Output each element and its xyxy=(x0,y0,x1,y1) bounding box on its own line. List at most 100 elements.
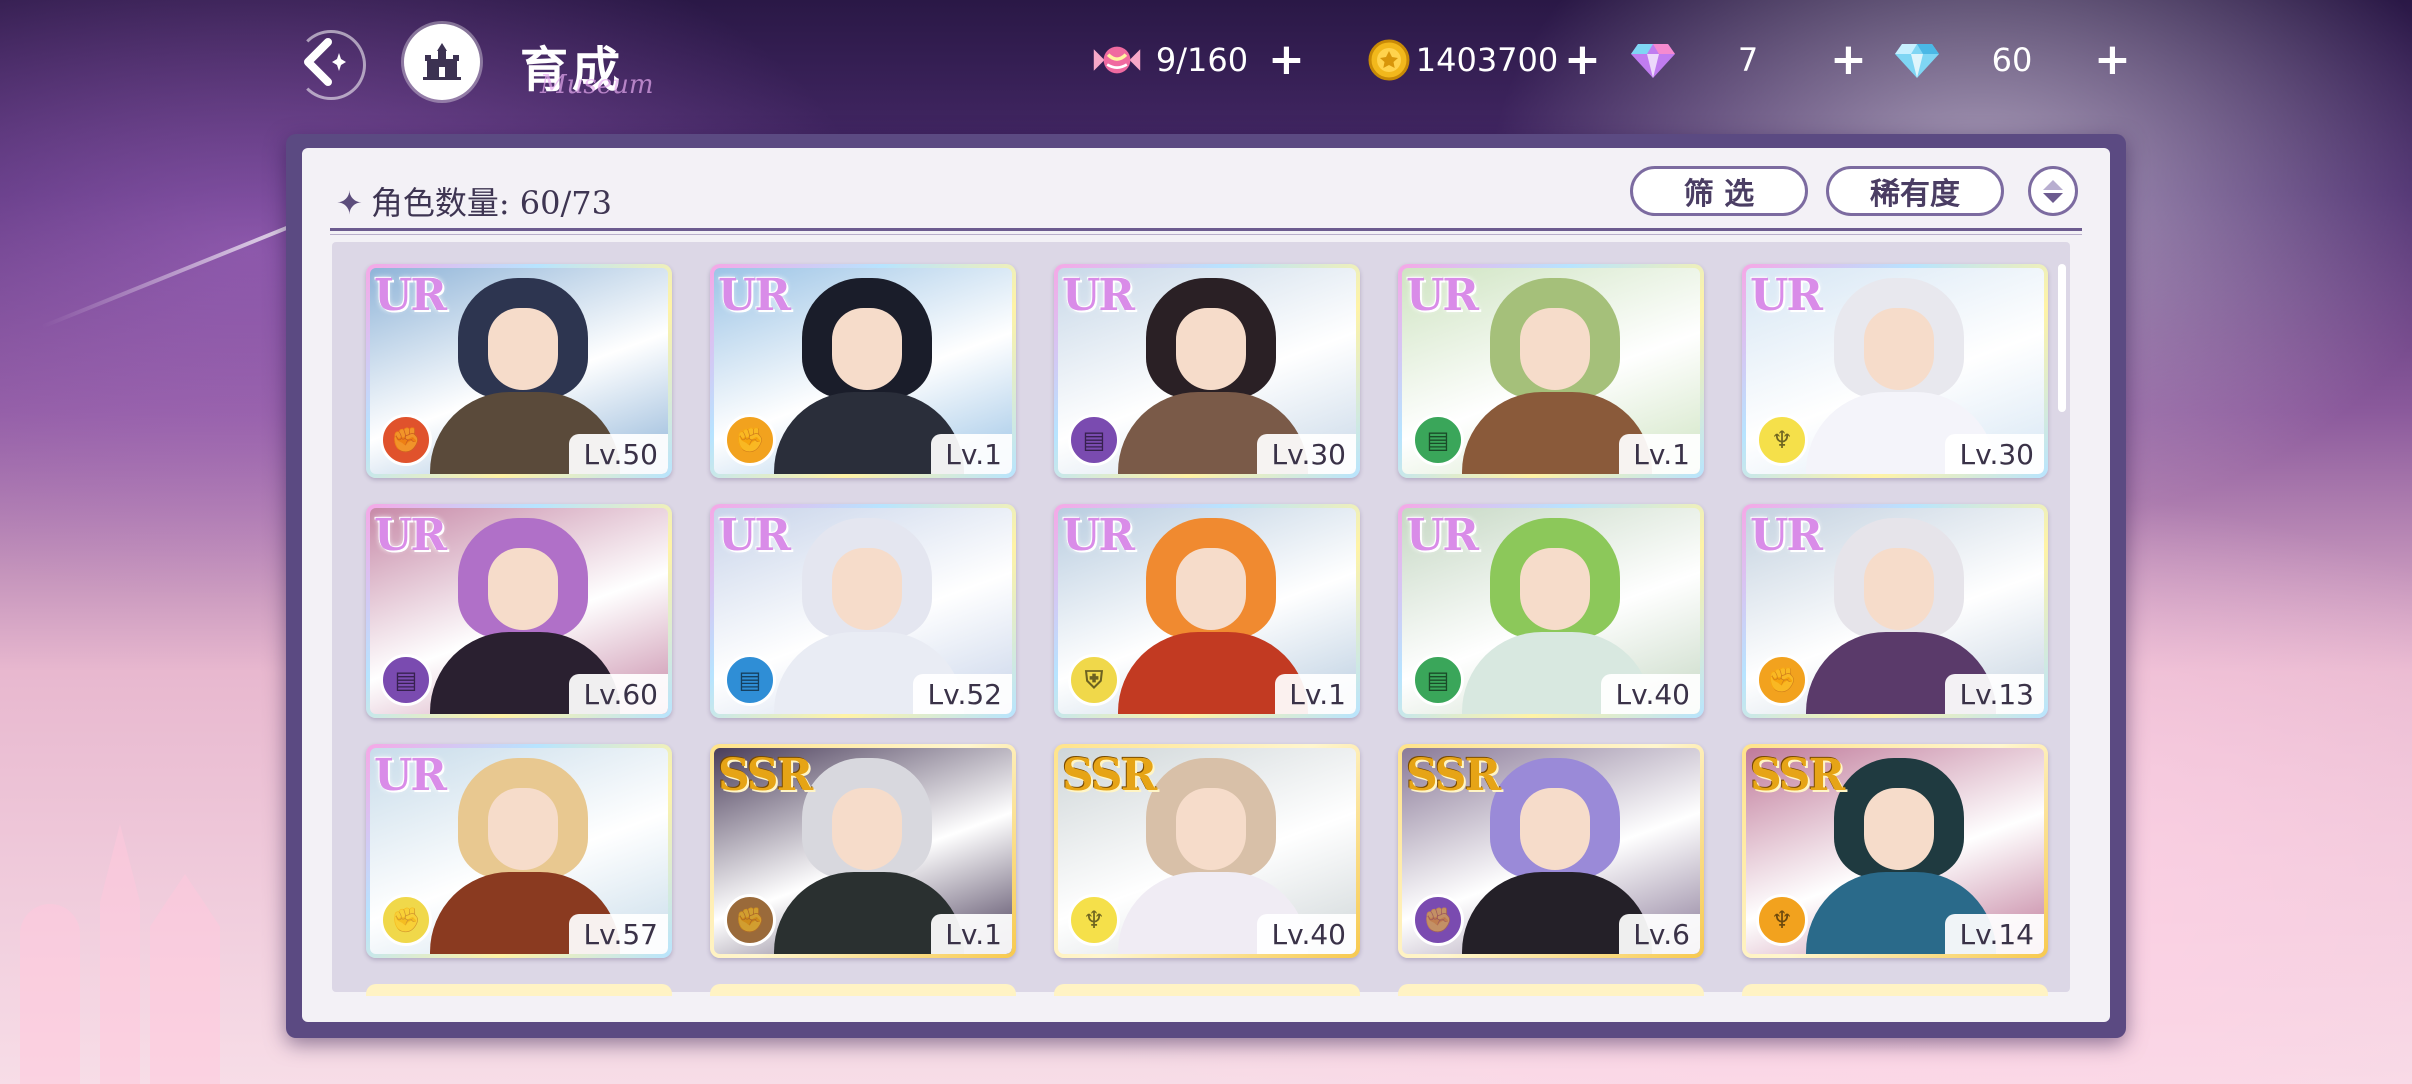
rarity-badge: UR xyxy=(718,270,791,321)
add-rainbow-gem-button[interactable]: + xyxy=(1830,38,1867,82)
character-card[interactable]: UR ⛨ Lv.1 xyxy=(1054,504,1360,718)
character-portrait: SSR ✊ Lv.1 xyxy=(714,748,1012,954)
sparkle-icon: ✦ xyxy=(336,184,363,222)
scrollbar-thumb[interactable] xyxy=(2058,264,2066,412)
rarity-badge: SSR xyxy=(1406,750,1501,801)
home-button[interactable] xyxy=(404,24,480,100)
character-card[interactable]: UR ▤ Lv.30 xyxy=(1054,264,1360,478)
level-label: Lv.1 xyxy=(931,914,1012,954)
character-card[interactable]: UR ♆ Lv.30 xyxy=(1742,264,2048,478)
character-card[interactable]: UR ✊ Lv.50 xyxy=(366,264,672,478)
level-label: Lv.1 xyxy=(931,434,1012,474)
gold-value: 1403700 xyxy=(1415,41,1559,79)
character-portrait: SSR ♆ Lv.14 xyxy=(1746,748,2044,954)
rarity-badge: UR xyxy=(1750,510,1823,561)
sort-down-icon xyxy=(2043,192,2063,203)
candy-value: 9/160 xyxy=(1155,41,1249,79)
book-icon: ▤ xyxy=(1068,414,1120,466)
character-portrait: UR ⛨ Lv.1 xyxy=(1058,508,1356,714)
level-label: Lv.13 xyxy=(1945,674,2044,714)
character-portrait: UR ✊ Lv.50 xyxy=(370,268,668,474)
currency-diamond: 60 + xyxy=(1892,34,2131,86)
castle-silhouette xyxy=(0,764,300,1084)
currency-gold: 1403700 + xyxy=(1364,34,1601,86)
character-portrait: UR ▤ Lv.30 xyxy=(1058,268,1356,474)
character-portrait: UR ♆ Lv.30 xyxy=(1746,268,2044,474)
rarity-badge: UR xyxy=(374,750,447,801)
staff-icon: ♆ xyxy=(1068,894,1120,946)
level-label: Lv.30 xyxy=(1257,434,1356,474)
rarity-sort-button[interactable]: 稀有度 xyxy=(1826,166,2004,216)
shield-icon: ⛨ xyxy=(1068,654,1120,706)
character-portrait: UR ▤ Lv.40 xyxy=(1402,508,1700,714)
rarity-badge: SSR xyxy=(718,750,813,801)
rarity-badge: UR xyxy=(1750,270,1823,321)
rarity-badge: UR xyxy=(1062,270,1135,321)
character-portrait: UR ✊ Lv.13 xyxy=(1746,508,2044,714)
rarity-badge: SSR xyxy=(1750,750,1845,801)
rarity-badge: UR xyxy=(1062,510,1135,561)
next-row-card[interactable] xyxy=(366,984,672,996)
add-gold-button[interactable]: + xyxy=(1564,38,1601,82)
castle-icon xyxy=(423,43,461,80)
diamond-icon xyxy=(1892,35,1942,85)
character-portrait: UR ✊ Lv.1 xyxy=(714,268,1012,474)
character-card[interactable]: UR ▤ Lv.1 xyxy=(1398,264,1704,478)
level-label: Lv.52 xyxy=(913,674,1012,714)
character-card[interactable]: SSR ✊ Lv.1 xyxy=(710,744,1016,958)
book-icon: ▤ xyxy=(1412,414,1464,466)
level-label: Lv.50 xyxy=(569,434,668,474)
character-card[interactable]: SSR ♆ Lv.40 xyxy=(1054,744,1360,958)
filter-button[interactable]: 筛 选 xyxy=(1630,166,1808,216)
divider-thin xyxy=(330,234,2082,235)
fist-icon: ✊ xyxy=(1412,894,1464,946)
level-label: Lv.30 xyxy=(1945,434,2044,474)
level-label: Lv.40 xyxy=(1601,674,1700,714)
rainbow-gem-icon xyxy=(1628,35,1678,85)
rainbow-gem-value: 7 xyxy=(1737,41,1759,79)
fist-icon: ✊ xyxy=(380,894,432,946)
character-card[interactable]: UR ▤ Lv.40 xyxy=(1398,504,1704,718)
character-card[interactable]: UR ✊ Lv.1 xyxy=(710,264,1016,478)
add-candy-button[interactable]: + xyxy=(1268,38,1305,82)
character-card[interactable]: UR ▤ Lv.52 xyxy=(710,504,1016,718)
staff-icon: ♆ xyxy=(1756,894,1808,946)
title-decoration: Museum xyxy=(540,70,654,100)
level-label: Lv.40 xyxy=(1257,914,1356,954)
character-card[interactable]: UR ▤ Lv.60 xyxy=(366,504,672,718)
book-icon: ▤ xyxy=(380,654,432,706)
character-portrait: SSR ✊ Lv.6 xyxy=(1402,748,1700,954)
candy-icon xyxy=(1092,35,1142,85)
currency-candy: 9/160 + xyxy=(1092,34,1305,86)
next-row-card[interactable] xyxy=(1398,984,1704,996)
next-row-card[interactable] xyxy=(710,984,1016,996)
gold-coin-icon xyxy=(1364,35,1414,85)
rarity-badge: UR xyxy=(374,510,447,561)
level-label: Lv.1 xyxy=(1619,434,1700,474)
level-label: Lv.1 xyxy=(1275,674,1356,714)
level-label: Lv.14 xyxy=(1945,914,2044,954)
next-row-card[interactable] xyxy=(1742,984,2048,996)
character-card[interactable]: SSR ✊ Lv.6 xyxy=(1398,744,1704,958)
character-count-text: 角色数量: 60/73 xyxy=(370,184,612,222)
character-portrait: SSR ♆ Lv.40 xyxy=(1058,748,1356,954)
fist-icon: ✊ xyxy=(724,414,776,466)
fist-icon: ✊ xyxy=(724,894,776,946)
diamond-value: 60 xyxy=(1991,41,2033,79)
currency-rainbow-gem: 7 + xyxy=(1628,34,1867,86)
level-label: Lv.6 xyxy=(1619,914,1700,954)
rarity-badge: UR xyxy=(718,510,791,561)
add-diamond-button[interactable]: + xyxy=(2094,38,2131,82)
character-card[interactable]: UR ✊ Lv.13 xyxy=(1742,504,2048,718)
character-card[interactable]: SSR ♆ Lv.14 xyxy=(1742,744,2048,958)
character-card[interactable]: UR ✊ Lv.57 xyxy=(366,744,672,958)
book-icon: ▤ xyxy=(1412,654,1464,706)
next-row-card[interactable] xyxy=(1054,984,1360,996)
sort-order-toggle[interactable] xyxy=(2028,166,2078,216)
fist-icon: ✊ xyxy=(1756,654,1808,706)
book-icon: ▤ xyxy=(724,654,776,706)
fist-icon: ✊ xyxy=(380,414,432,466)
rarity-badge: UR xyxy=(1406,510,1479,561)
character-portrait: UR ✊ Lv.57 xyxy=(370,748,668,954)
back-button[interactable] xyxy=(282,24,366,100)
